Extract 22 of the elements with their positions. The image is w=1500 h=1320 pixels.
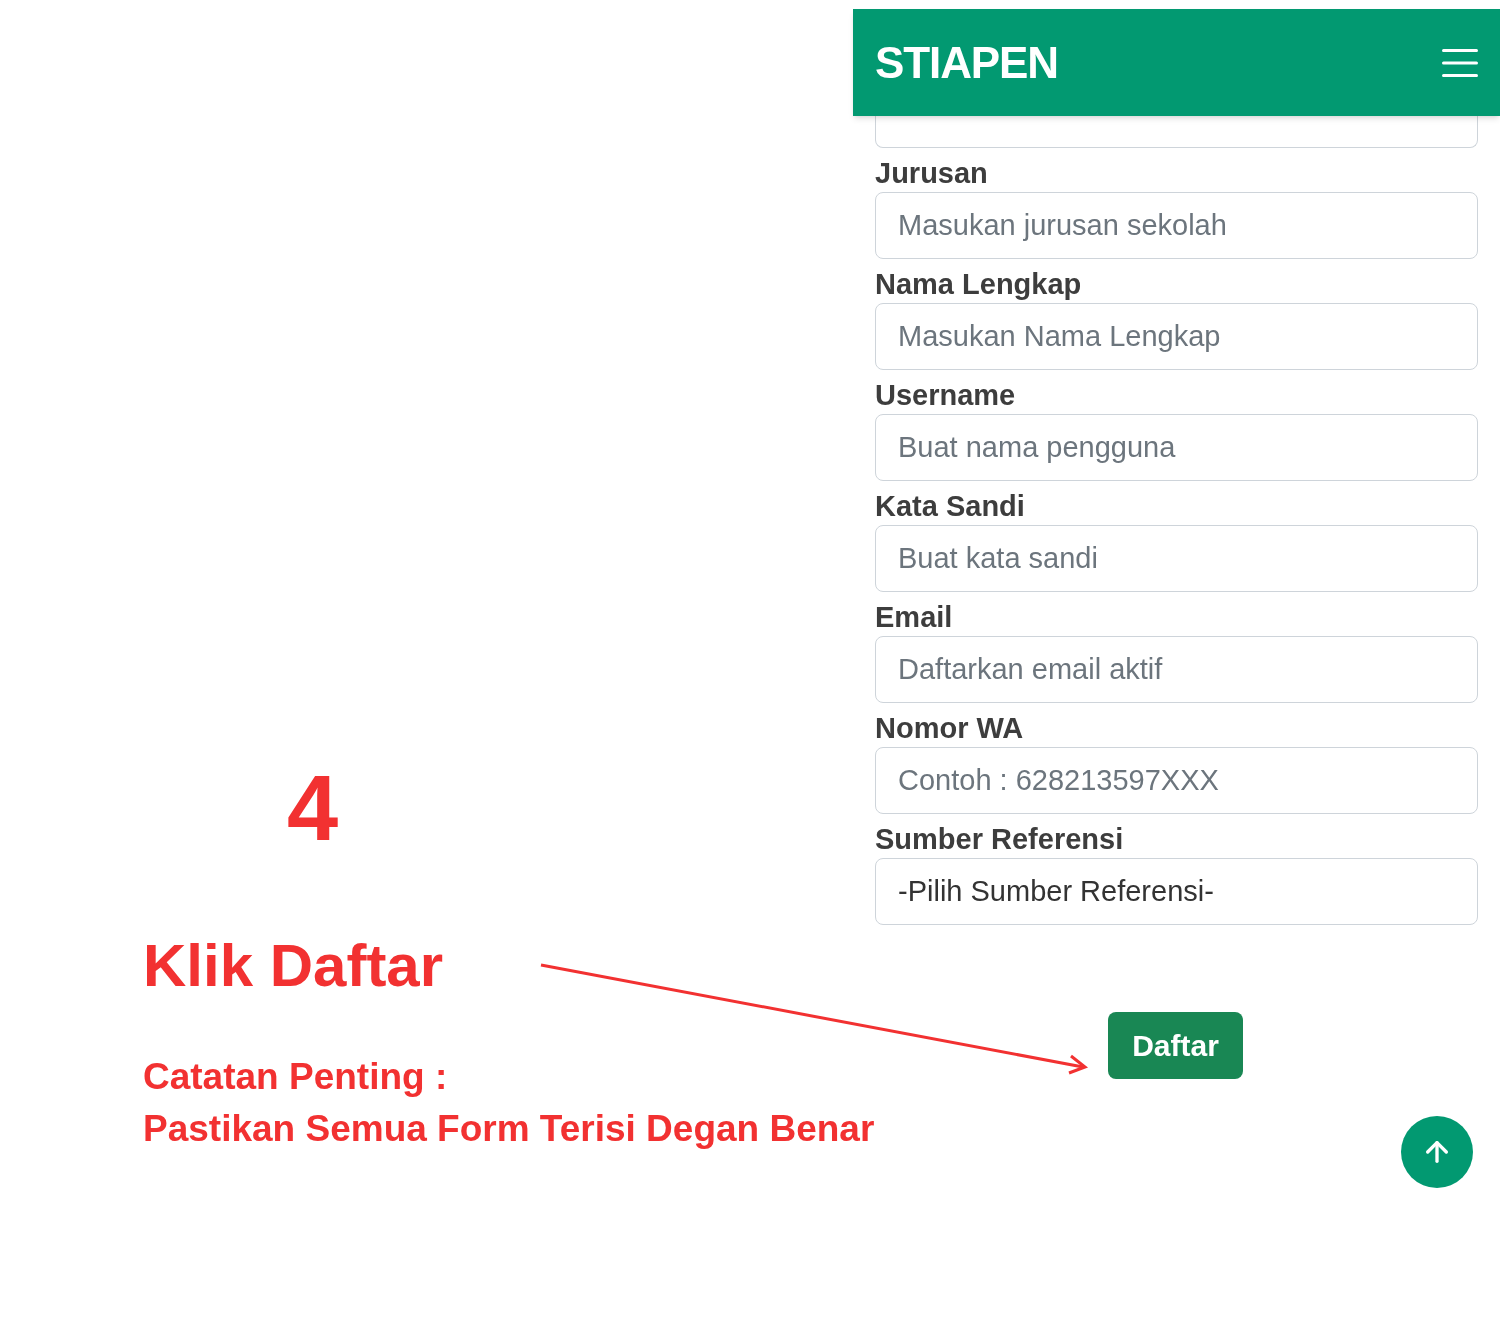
- field-label: Jurusan: [875, 156, 989, 191]
- field-label: Sumber Referensi: [875, 822, 1125, 857]
- input-field[interactable]: Masukan jurusan sekolah: [875, 192, 1478, 259]
- input-field[interactable]: Buat nama pengguna: [875, 414, 1478, 481]
- field-label: Email: [875, 600, 954, 635]
- note-text: Pastikan Semua Form Terisi Degan Benar: [143, 1110, 875, 1148]
- menu-icon[interactable]: [1442, 47, 1478, 78]
- field-label: Nomor WA: [875, 711, 1025, 746]
- field-label: Nama Lengkap: [875, 267, 1083, 302]
- step-number: 4: [287, 762, 339, 854]
- instruction-title: Klik Daftar: [143, 936, 444, 996]
- input-field[interactable]: Buat kata sandi: [875, 525, 1478, 592]
- select-field[interactable]: -Pilih Sumber Referensi-: [875, 858, 1478, 925]
- field-label: Kata Sandi: [875, 489, 1026, 524]
- note-text: Catatan Penting :: [143, 1058, 448, 1096]
- brand-logo[interactable]: STIAPEN: [875, 29, 1058, 96]
- field-label: Username: [875, 378, 1017, 413]
- input-field[interactable]: Masukan Nama Lengkap: [875, 303, 1478, 370]
- submit-button[interactable]: Daftar: [1108, 1012, 1243, 1079]
- input-field[interactable]: Daftarkan email aktif: [875, 636, 1478, 703]
- input-field[interactable]: [875, 116, 1478, 148]
- input-field[interactable]: Contoh : 628213597XXX: [875, 747, 1478, 814]
